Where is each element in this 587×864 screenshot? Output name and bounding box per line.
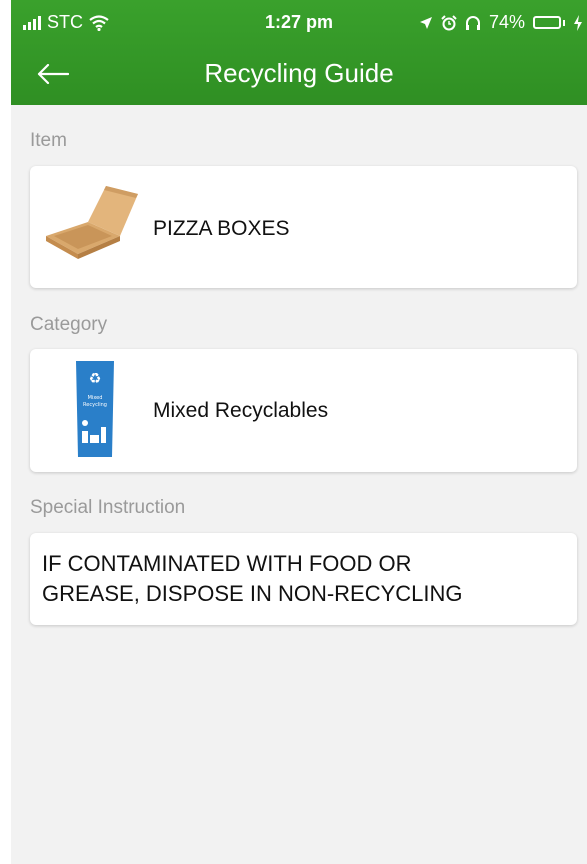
item-card: PIZZA BOXES: [30, 166, 577, 288]
bin-label-line2: Recycling: [83, 402, 107, 408]
charging-icon: [574, 14, 582, 31]
item-label: Item: [30, 130, 67, 151]
pizza-box-icon: [46, 186, 138, 259]
svg-text:♻: ♻: [89, 371, 102, 387]
category-name: Mixed Recyclables: [153, 399, 329, 422]
instruction-line: IF CONTAMINATED WITH FOOD OR: [42, 551, 412, 576]
headphones-icon: [465, 15, 480, 30]
status-right: 74%: [419, 12, 583, 33]
location-icon: [419, 16, 432, 29]
alarm-icon: [441, 14, 457, 30]
item-name: PIZZA BOXES: [153, 217, 290, 240]
battery-icon: [533, 16, 565, 29]
category-label: Category: [30, 314, 108, 335]
special-instruction-label: Special Instruction: [30, 497, 186, 518]
page-title: Recycling Guide: [204, 58, 394, 88]
instruction-line: GREASE, DISPOSE IN NON-RECYCLING: [42, 581, 463, 606]
bin-label-line1: Mixed: [88, 395, 103, 401]
category-card: ♻ Mixed Recycling Mixed Recyclables: [30, 349, 577, 472]
nav-bar: Recycling Guide: [11, 52, 587, 97]
recycling-bin-icon: ♻ Mixed Recycling: [76, 361, 114, 457]
top-bar: STC 1:27 pm 74% Recycling Guide: [11, 0, 587, 105]
battery-percent: 74%: [488, 12, 525, 32]
app-screen: STC 1:27 pm 74% Recycling Guide Item PIZ…: [11, 0, 587, 864]
special-instruction-card: IF CONTAMINATED WITH FOOD OR GREASE, DIS…: [30, 533, 577, 625]
status-bar: STC 1:27 pm 74%: [11, 0, 587, 42]
special-instruction-text: IF CONTAMINATED WITH FOOD OR GREASE, DIS…: [30, 533, 577, 609]
